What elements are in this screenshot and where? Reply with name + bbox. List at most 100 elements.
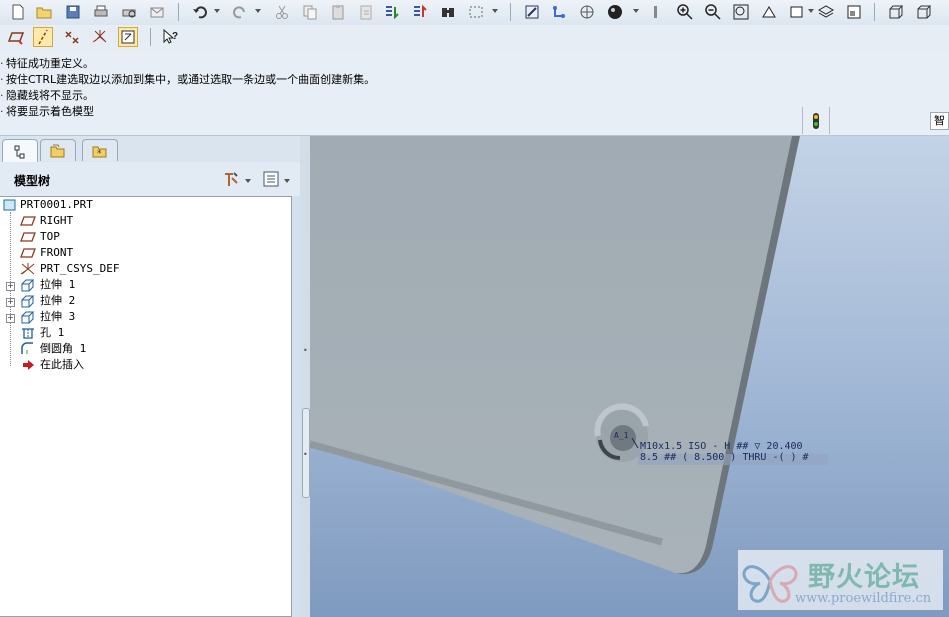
- message-line: · 按住CTRL建选取边以添加到集中，或通过选取一条边或一个曲面创建新集。: [0, 73, 376, 86]
- toolbar-separator: [874, 3, 875, 21]
- message-area: · 特征成功重定义。 · 按住CTRL建选取边以添加到集中，或通过选取一条边或一个曲…: [0, 51, 949, 136]
- view-cube-icon[interactable]: [886, 2, 906, 22]
- zoom-in-icon[interactable]: [675, 2, 695, 22]
- toolbar-separator: [510, 3, 511, 21]
- tree-item-label: TOP: [40, 230, 60, 243]
- spin-center-icon[interactable]: [549, 2, 569, 22]
- model-tree: PRT0001.PRT RIGHT TOP FRONT PRT_CSYS_DEF…: [0, 196, 292, 617]
- datum-plane-icon: [20, 214, 36, 228]
- tree-settings-icon[interactable]: [222, 170, 240, 191]
- favorites-icon: *: [92, 146, 107, 159]
- svg-text:*: *: [97, 149, 102, 159]
- shade-sphere-icon[interactable]: [605, 2, 625, 22]
- tree-item-label: PRT_CSYS_DEF: [40, 262, 120, 275]
- hole-icon: [20, 326, 36, 340]
- email-icon[interactable]: [147, 2, 167, 22]
- annotation-display-icon[interactable]: [118, 27, 138, 47]
- reorient-icon[interactable]: [759, 2, 779, 22]
- datum-axis-display-icon[interactable]: [33, 27, 53, 47]
- print-icon[interactable]: [91, 2, 111, 22]
- view-cube-2-icon[interactable]: [914, 2, 934, 22]
- folder-browser-icon: [50, 144, 65, 157]
- folder-browser-tab[interactable]: [40, 139, 76, 161]
- coordinate-system-icon: [20, 262, 36, 276]
- toolbar-separator: [150, 28, 151, 46]
- smart-filter-button[interactable]: 智: [930, 112, 949, 130]
- refit-icon[interactable]: [731, 2, 751, 22]
- message-text: 按住CTRL建选取边以添加到集中，或通过选取一条边或一个曲面创建新集。: [6, 73, 376, 86]
- expand-toggle[interactable]: +: [6, 282, 15, 291]
- tree-item-label: 倒圆角 1: [40, 342, 87, 355]
- tree-show-icon[interactable]: [262, 170, 280, 191]
- message-line: · 特征成功重定义。: [0, 57, 94, 70]
- expand-toggle[interactable]: +: [6, 298, 15, 307]
- repaint-icon[interactable]: [522, 2, 542, 22]
- part-model-render[interactable]: [310, 136, 949, 617]
- copy-icon[interactable]: [300, 2, 320, 22]
- undo-dropdown-icon[interactable]: [214, 9, 220, 13]
- status-divider: [802, 107, 803, 134]
- redo-dropdown-icon[interactable]: [255, 9, 261, 13]
- tree-item-label: RIGHT: [40, 214, 74, 227]
- main-toolbar: [0, 0, 949, 25]
- find-icon[interactable]: [438, 2, 458, 22]
- layers-icon[interactable]: [816, 2, 836, 22]
- datum-point-display-icon[interactable]: [62, 27, 82, 47]
- traffic-light-icon[interactable]: [808, 110, 824, 132]
- zoom-out-icon[interactable]: [703, 2, 723, 22]
- shade-dropdown-icon[interactable]: [633, 9, 639, 13]
- context-help-icon[interactable]: ?: [160, 27, 180, 47]
- model-tree-title: 模型树: [14, 174, 51, 188]
- regenerate-manager-icon[interactable]: [410, 2, 430, 22]
- coord-sys-display-icon[interactable]: [90, 27, 110, 47]
- select-box-icon[interactable]: [466, 2, 486, 22]
- paste-icon[interactable]: [328, 2, 348, 22]
- splitter-grip-icon[interactable]: •: [303, 346, 308, 355]
- splitter-grip-icon[interactable]: •: [303, 450, 308, 459]
- message-line: · 将要显示着色模型: [0, 105, 94, 118]
- new-file-icon[interactable]: [8, 2, 28, 22]
- select-dropdown-icon[interactable]: [492, 9, 498, 13]
- saved-views-icon[interactable]: [787, 2, 807, 22]
- butterfly-logo-icon: [742, 565, 798, 603]
- redo-icon[interactable]: [230, 2, 250, 22]
- paste-special-icon[interactable]: [356, 2, 376, 22]
- view-options-icon[interactable]: [645, 2, 665, 22]
- watermark-url: www.proewildfire.cn: [795, 591, 932, 606]
- orient-mode-icon[interactable]: [577, 2, 597, 22]
- model-tree-tab-icon: [14, 145, 25, 158]
- tree-root-label: PRT0001.PRT: [20, 198, 93, 211]
- tree-item-label: 拉伸 2: [40, 294, 76, 307]
- navigator-tabs: *: [0, 136, 310, 163]
- print-preview-icon[interactable]: [119, 2, 139, 22]
- model-tree-tab[interactable]: [2, 139, 38, 163]
- expand-toggle[interactable]: +: [6, 314, 15, 323]
- saved-views-dropdown-icon[interactable]: [808, 9, 814, 13]
- hole-note-line2[interactable]: 8.5 ## ( 8.500 ) THRU -( ) #: [640, 452, 809, 463]
- open-folder-icon[interactable]: [34, 2, 54, 22]
- tree-item-label: FRONT: [40, 246, 74, 259]
- save-icon[interactable]: [63, 2, 83, 22]
- datum-plane-icon: [20, 230, 36, 244]
- status-divider: [829, 107, 830, 134]
- tree-show-dropdown-icon[interactable]: [284, 179, 290, 183]
- hole-note-line1[interactable]: M10x1.5 ISO - H ## ▽ 20.400: [640, 441, 803, 452]
- message-text: 隐藏线将不显示。: [6, 89, 94, 102]
- datum-plane-display-icon[interactable]: [6, 27, 26, 47]
- extrude-icon: [20, 278, 36, 292]
- cut-icon[interactable]: [272, 2, 292, 22]
- panel-splitter[interactable]: [300, 136, 310, 617]
- part-icon: [3, 198, 19, 212]
- message-text: 特征成功重定义。: [6, 57, 94, 70]
- datum-axis-label[interactable]: A_1: [614, 431, 628, 440]
- graphics-window[interactable]: [310, 136, 949, 617]
- favorites-tab[interactable]: *: [82, 139, 118, 161]
- tree-settings-dropdown-icon[interactable]: [245, 179, 251, 183]
- message-line: · 隐藏线将不显示。: [0, 89, 94, 102]
- regenerate-icon[interactable]: [382, 2, 402, 22]
- message-text: 将要显示着色模型: [6, 105, 94, 118]
- svg-text:?: ?: [172, 31, 178, 42]
- extrude-icon: [20, 294, 36, 308]
- view-manager-icon[interactable]: [844, 2, 864, 22]
- undo-icon[interactable]: [190, 2, 210, 22]
